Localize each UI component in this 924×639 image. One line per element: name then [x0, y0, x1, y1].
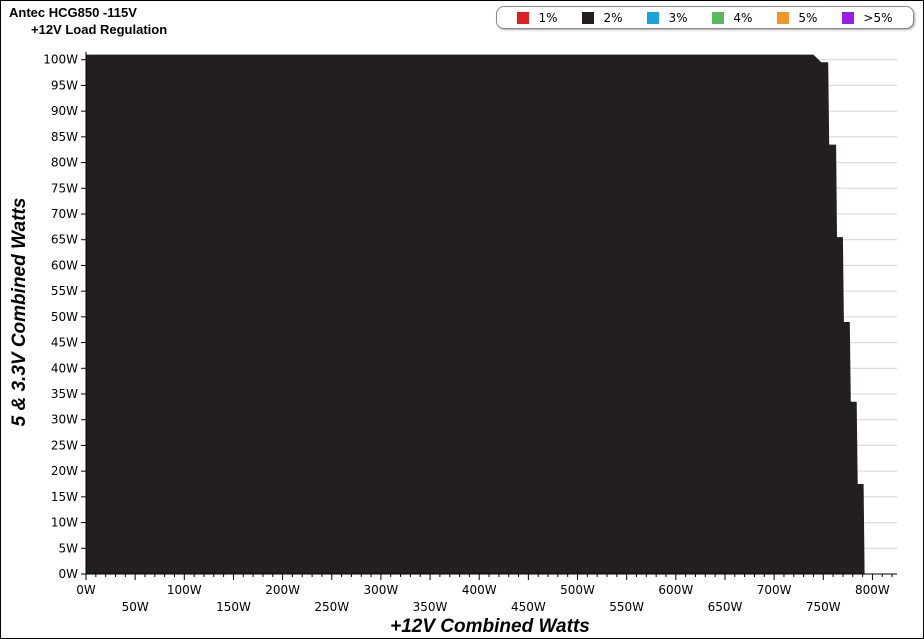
x-tick-label: 350W	[413, 600, 448, 614]
x-tick-label: 100W	[167, 583, 202, 597]
y-tick-label: 85W	[51, 130, 78, 144]
y-tick-label: 55W	[51, 284, 78, 298]
y-tick-label: 40W	[51, 361, 78, 375]
x-tick-label: 300W	[364, 583, 399, 597]
y-tick-label: 80W	[51, 156, 78, 170]
x-tick-label: 150W	[216, 600, 251, 614]
y-tick-label: 65W	[51, 233, 78, 247]
x-tick-label: 600W	[658, 583, 693, 597]
y-tick-label: 70W	[51, 207, 78, 221]
y-tick-label: 50W	[51, 310, 78, 324]
load-regulation-chart: 0W 5W 10W 15W 20W 25W 30W 35W 40W 45W 50W 55W 60W 65W…	[9, 52, 897, 637]
x-tick-label: 0W	[76, 583, 96, 597]
x-tick-label: 450W	[511, 600, 546, 614]
series-area	[86, 54, 865, 575]
y-tick-label: 30W	[51, 413, 78, 427]
x-tick-label: 50W	[122, 600, 149, 614]
x-tick-label: 400W	[462, 583, 497, 597]
x-tick-label: 800W	[855, 583, 890, 597]
y-tick-label: 60W	[51, 258, 78, 272]
x-tick-label: 200W	[265, 583, 300, 597]
y-tick-label: 25W	[51, 438, 78, 452]
x-axis-title: +12V Combined Watts	[390, 616, 590, 637]
y-tick-label: 0W	[59, 567, 79, 581]
x-tick-label: 650W	[708, 600, 743, 614]
y-tick-label: 95W	[51, 78, 78, 92]
x-tick-label: 500W	[560, 583, 595, 597]
y-tick-label: 20W	[51, 464, 78, 478]
y-tick-label: 35W	[51, 387, 78, 401]
x-tick-label: 550W	[609, 600, 644, 614]
x-tick-label: 250W	[314, 600, 349, 614]
y-tick-label: 75W	[51, 181, 78, 195]
y-tick-label: 90W	[51, 104, 78, 118]
x-tick-label: 700W	[757, 583, 792, 597]
y-axis-title: 5 & 3.3V Combined Watts	[9, 198, 30, 427]
y-tick-label: 100W	[43, 53, 78, 67]
y-tick-label: 10W	[51, 516, 78, 530]
y-tick-label: 15W	[51, 490, 78, 504]
y-tick-label: 5W	[59, 541, 79, 555]
y-tick-label: 45W	[51, 336, 78, 350]
x-tick-label: 750W	[806, 600, 841, 614]
